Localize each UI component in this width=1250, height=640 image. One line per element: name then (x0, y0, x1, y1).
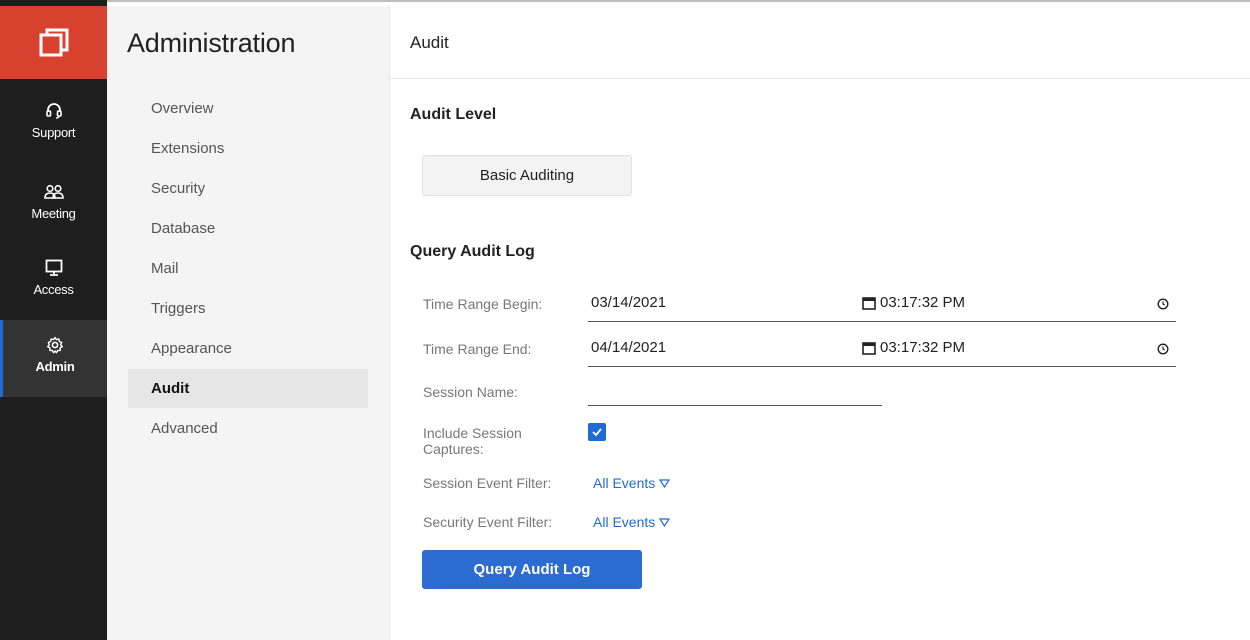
end-underline (588, 366, 1176, 367)
rail-item-label: Access (33, 282, 74, 297)
nav-title: Administration (127, 28, 296, 58)
nav-item-appearance[interactable]: Appearance (128, 329, 368, 368)
app-logo[interactable] (0, 6, 107, 79)
begin-date-field[interactable]: 03/14/2021 (591, 294, 666, 311)
query-audit-log-button[interactable]: Query Audit Log (422, 550, 642, 589)
clock-icon[interactable] (1157, 298, 1169, 310)
end-time-field[interactable]: 03:17:32 PM (880, 339, 965, 356)
begin-underline (588, 321, 1176, 322)
admin-nav: Administration Overview Extensions Secur… (107, 6, 390, 640)
calendar-icon[interactable] (862, 341, 876, 355)
session-name-label: Session Name: (423, 384, 518, 400)
nav-item-triggers[interactable]: Triggers (128, 289, 368, 328)
include-captures-checkbox[interactable] (588, 423, 606, 441)
gear-icon (46, 334, 64, 356)
rail-item-admin[interactable]: Admin (0, 320, 107, 397)
begin-label: Time Range Begin: (423, 296, 543, 312)
calendar-icon[interactable] (862, 296, 876, 310)
session-name-underline (588, 405, 882, 406)
include-captures-label: Include Session Captures: (423, 425, 522, 457)
nav-item-audit[interactable]: Audit (128, 369, 368, 408)
triangle-down-icon (659, 478, 671, 488)
people-icon (43, 181, 64, 203)
end-date-field[interactable]: 04/14/2021 (591, 339, 666, 356)
rail-item-label: Admin (35, 359, 75, 374)
security-filter-value: All Events (593, 514, 656, 530)
rail-item-label: Support (31, 125, 76, 140)
nav-item-security[interactable]: Security (128, 169, 368, 208)
rail-item-label: Meeting (31, 206, 76, 221)
query-heading: Query Audit Log (410, 243, 535, 260)
end-label: Time Range End: (423, 341, 532, 357)
page-header: Audit (390, 6, 1250, 79)
session-filter-value: All Events (593, 475, 656, 491)
logo-icon (39, 28, 68, 56)
security-filter-dropdown[interactable]: All Events (593, 514, 671, 530)
session-filter-label: Session Event Filter: (423, 475, 552, 491)
audit-level-button[interactable]: Basic Auditing (422, 155, 632, 196)
nav-item-overview[interactable]: Overview (128, 89, 368, 128)
session-filter-dropdown[interactable]: All Events (593, 475, 671, 491)
rail-item-meeting[interactable]: Meeting (0, 181, 107, 258)
begin-time-field[interactable]: 03:17:32 PM (880, 294, 965, 311)
security-filter-label: Security Event Filter: (423, 514, 553, 530)
rail-item-support[interactable]: Support (0, 100, 107, 177)
audit-level-heading: Audit Level (410, 106, 497, 123)
triangle-down-icon (659, 517, 671, 527)
clock-icon[interactable] (1157, 343, 1169, 355)
page-title: Audit (410, 33, 449, 52)
headset-icon (45, 100, 62, 122)
monitor-icon (45, 257, 63, 279)
nav-item-advanced[interactable]: Advanced (128, 409, 368, 448)
nav-item-extensions[interactable]: Extensions (128, 129, 368, 168)
nav-item-mail[interactable]: Mail (128, 249, 368, 288)
app-rail: Support Meeting Access Admin (0, 0, 107, 640)
check-icon (592, 428, 602, 437)
nav-item-database[interactable]: Database (128, 209, 368, 248)
